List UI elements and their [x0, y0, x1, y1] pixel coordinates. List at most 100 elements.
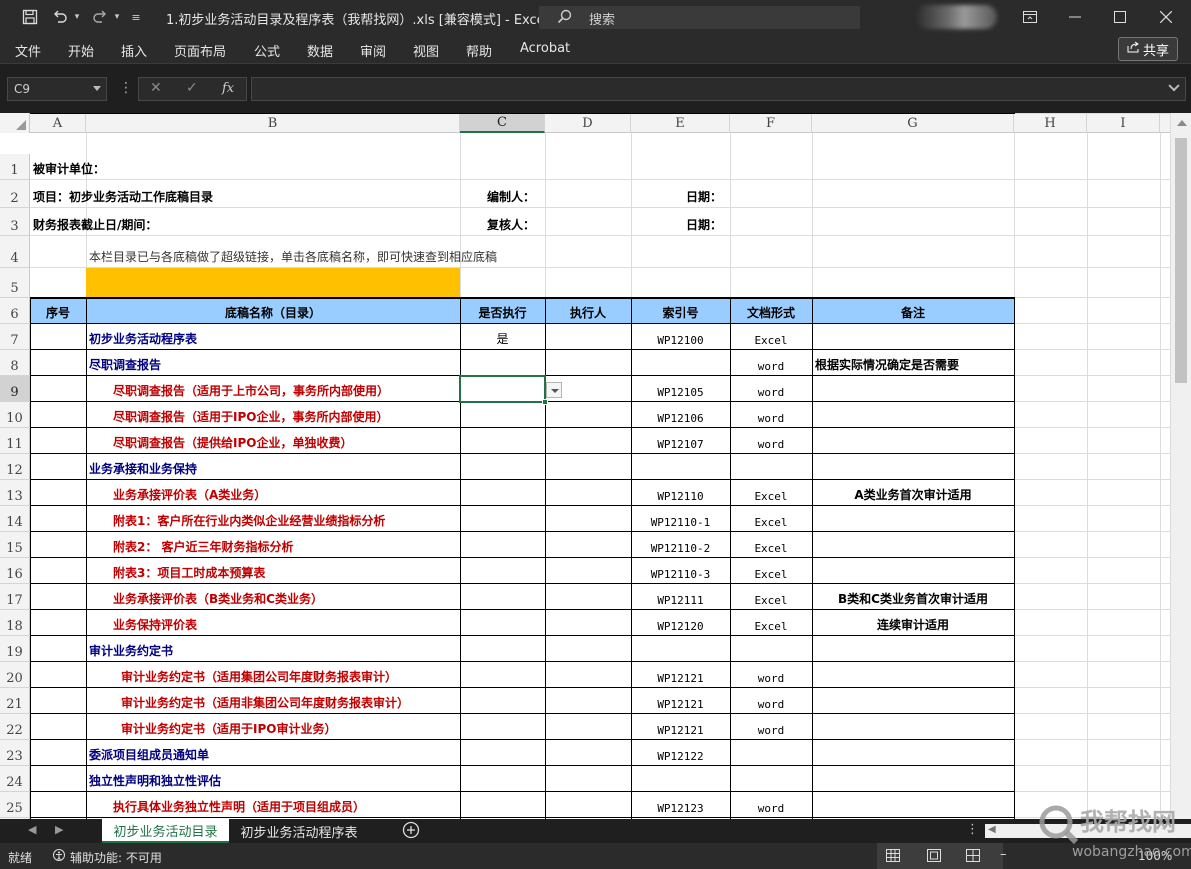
- row-header[interactable]: 5: [0, 268, 30, 298]
- row-header[interactable]: 21: [0, 688, 30, 714]
- row-executed[interactable]: [460, 402, 545, 428]
- row-name[interactable]: 业务承接和业务保持: [89, 454, 197, 480]
- row-header[interactable]: 3: [0, 208, 30, 236]
- row-index[interactable]: WP12100: [631, 324, 730, 350]
- row-index[interactable]: WP12123: [631, 792, 730, 818]
- tab-page-layout[interactable]: 页面布局: [174, 41, 226, 60]
- row-header[interactable]: 16: [0, 558, 30, 584]
- normal-view-icon[interactable]: [886, 849, 900, 865]
- row-name[interactable]: 审计业务约定书（适用非集团公司年度财务报表审计）: [121, 688, 409, 714]
- column-header-i[interactable]: I: [1087, 113, 1160, 133]
- row-format[interactable]: word: [730, 688, 812, 714]
- page-break-view-icon[interactable]: [966, 849, 980, 865]
- row-header[interactable]: 19: [0, 636, 30, 662]
- tab-acrobat[interactable]: Acrobat: [520, 41, 570, 56]
- row-name[interactable]: 附表3：项目工时成本预算表: [113, 558, 265, 584]
- row-format[interactable]: Excel: [730, 324, 812, 350]
- row-header[interactable]: 2: [0, 180, 30, 208]
- enter-icon[interactable]: ✓: [186, 80, 198, 96]
- row-executed[interactable]: [460, 454, 545, 480]
- row-header[interactable]: 14: [0, 506, 30, 532]
- column-header-e[interactable]: E: [631, 113, 730, 133]
- row-executed[interactable]: [460, 766, 545, 792]
- row-header[interactable]: 18: [0, 610, 30, 636]
- row-format[interactable]: Excel: [730, 584, 812, 610]
- scroll-up-icon[interactable]: [1177, 120, 1187, 126]
- row-remark[interactable]: [812, 688, 1014, 714]
- row-name[interactable]: 独立性声明和独立性评估: [89, 766, 221, 792]
- row-index[interactable]: [631, 636, 730, 662]
- tab-data[interactable]: 数据: [307, 41, 333, 60]
- tab-file[interactable]: 文件: [15, 41, 41, 60]
- row-format[interactable]: word: [730, 350, 812, 376]
- row-remark[interactable]: [812, 558, 1014, 584]
- row-name[interactable]: 尽职调查报告（适用于上市公司，事务所内部使用）: [113, 376, 389, 402]
- row-index[interactable]: [631, 350, 730, 376]
- column-header-f[interactable]: F: [730, 113, 812, 133]
- row-format[interactable]: Excel: [730, 610, 812, 636]
- undo-icon[interactable]: [48, 0, 72, 34]
- row-format[interactable]: word: [730, 662, 812, 688]
- row-remark[interactable]: [812, 454, 1014, 480]
- row-remark[interactable]: [812, 740, 1014, 766]
- tab-view[interactable]: 视图: [413, 41, 439, 60]
- row-index[interactable]: WP12105: [631, 376, 730, 402]
- row-remark[interactable]: [812, 792, 1014, 818]
- row-index[interactable]: [631, 766, 730, 792]
- row-remark[interactable]: [812, 324, 1014, 350]
- row-executed[interactable]: [460, 610, 545, 636]
- column-header-g[interactable]: G: [812, 113, 1014, 133]
- row-executed[interactable]: [460, 532, 545, 558]
- row-format[interactable]: [730, 454, 812, 480]
- row-index[interactable]: WP12121: [631, 662, 730, 688]
- sheet-tab-directory[interactable]: 初步业务活动目录: [102, 819, 229, 843]
- row-name[interactable]: 尽职调查报告（提供给IPO企业，单独收费）: [113, 428, 352, 454]
- row-executed[interactable]: [460, 688, 545, 714]
- formula-input[interactable]: [251, 77, 1186, 101]
- row-executed[interactable]: [460, 636, 545, 662]
- row-format[interactable]: word: [730, 428, 812, 454]
- row-executed[interactable]: [460, 740, 545, 766]
- row-name[interactable]: 审计业务约定书: [89, 636, 173, 662]
- row-index[interactable]: WP12110-2: [631, 532, 730, 558]
- row-name[interactable]: 尽职调查报告: [89, 350, 161, 376]
- undo-dropdown-icon[interactable]: ▾: [72, 0, 82, 34]
- accessibility-status[interactable]: 辅助功能: 不可用: [70, 849, 162, 866]
- selected-cell[interactable]: [459, 375, 546, 403]
- add-sheet-icon[interactable]: [402, 821, 420, 843]
- row-name[interactable]: 尽职调查报告（适用于IPO企业，事务所内部使用）: [113, 402, 388, 428]
- row-header[interactable]: 15: [0, 532, 30, 558]
- validation-dropdown-button[interactable]: [546, 382, 562, 398]
- fill-handle[interactable]: [542, 399, 548, 405]
- customize-toolbar-icon[interactable]: ≡: [128, 0, 144, 34]
- row-name[interactable]: 业务承接评价表（B类业务和C类业务）: [113, 584, 323, 610]
- row-format[interactable]: Excel: [730, 480, 812, 506]
- row-format[interactable]: word: [730, 714, 812, 740]
- row-name[interactable]: 业务承接评价表（A类业务）: [113, 480, 266, 506]
- page-layout-view-icon[interactable]: [927, 849, 941, 865]
- row-format[interactable]: [730, 636, 812, 662]
- row-executed[interactable]: [460, 428, 545, 454]
- row-remark[interactable]: [812, 402, 1014, 428]
- column-header-c[interactable]: C: [460, 113, 545, 133]
- row-index[interactable]: WP12122: [631, 740, 730, 766]
- close-icon[interactable]: [1154, 0, 1178, 34]
- row-header[interactable]: 8: [0, 350, 30, 376]
- row-remark[interactable]: [812, 506, 1014, 532]
- scroll-left-icon[interactable]: ◀: [988, 824, 996, 835]
- row-header[interactable]: 10: [0, 402, 30, 428]
- row-executed[interactable]: 是: [460, 324, 545, 350]
- row-executed[interactable]: [460, 558, 545, 584]
- insert-function-icon[interactable]: fx: [222, 81, 234, 96]
- row-name[interactable]: 附表1：客户所在行业内类似企业经营业绩指标分析: [113, 506, 385, 532]
- row-header[interactable]: 7: [0, 324, 30, 350]
- redo-dropdown-icon[interactable]: ▾: [112, 0, 122, 34]
- row-index[interactable]: WP12110-3: [631, 558, 730, 584]
- row-name[interactable]: 审计业务约定书（适用于IPO审计业务）: [121, 714, 336, 740]
- row-header[interactable]: 20: [0, 662, 30, 688]
- row-remark[interactable]: [812, 662, 1014, 688]
- column-header-a[interactable]: A: [30, 113, 86, 133]
- maximize-icon[interactable]: [1108, 0, 1132, 34]
- account-avatar[interactable]: [915, 5, 997, 29]
- worksheet-grid[interactable]: ABCDEFGHI 1 2 3 4 5 6 7 8 9 10 11 12 13 14 15 16 17 18 19 2…: [0, 113, 1191, 819]
